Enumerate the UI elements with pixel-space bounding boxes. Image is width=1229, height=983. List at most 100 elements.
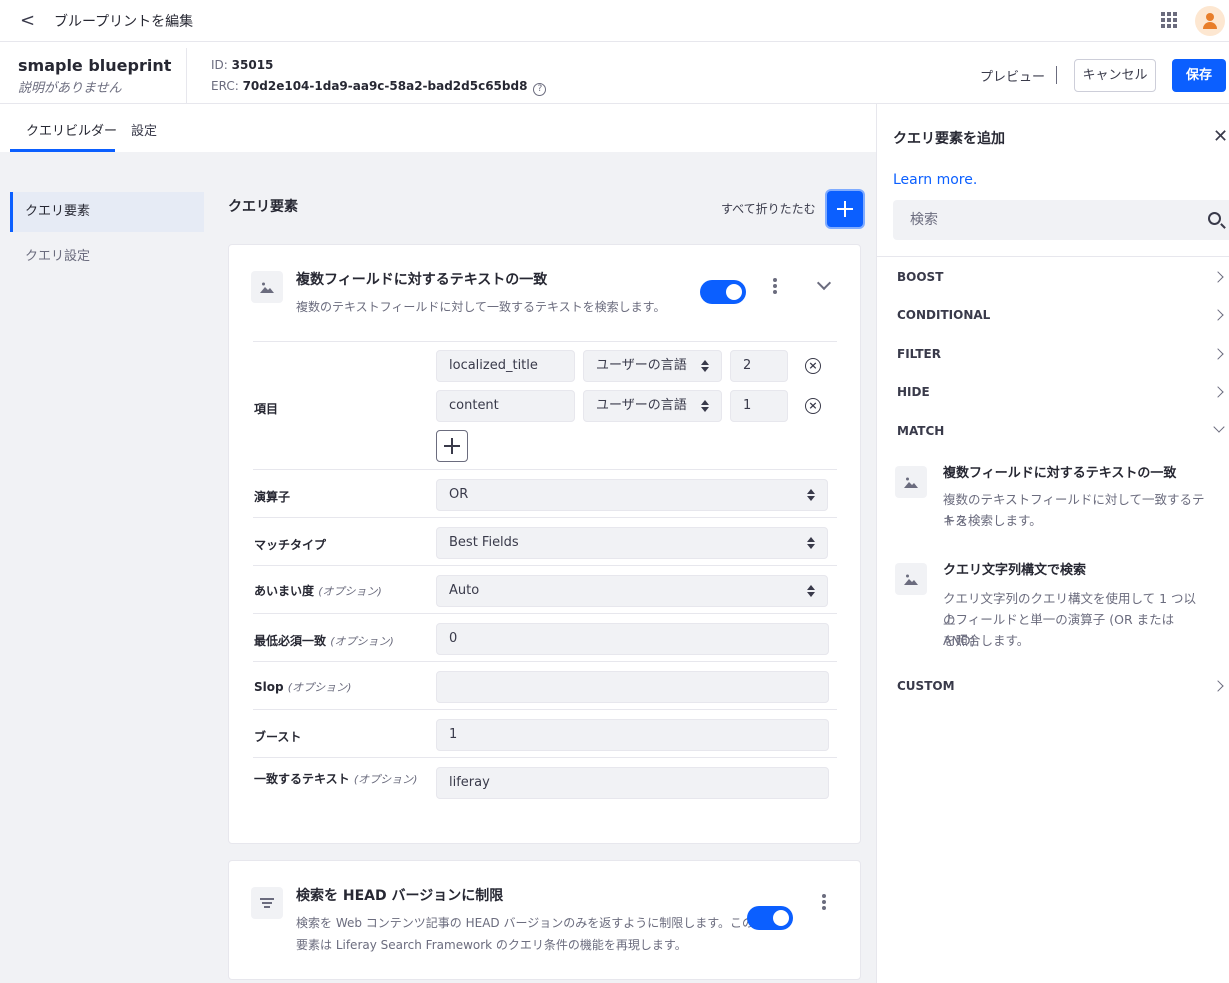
card-description-line-1: 検索を Web コンテンツ記事の HEAD バージョンのみを返すように制限します…	[296, 916, 755, 930]
close-icon[interactable]: ✕	[1213, 126, 1228, 147]
user-avatar-icon[interactable]	[1195, 6, 1225, 36]
category-conditional[interactable]: CONDITIONAL	[897, 308, 990, 322]
add-query-element-panel: クエリ要素を追加 ✕ Learn more. 検索 BOOST CONDITIO…	[876, 104, 1229, 983]
filter-icon	[251, 887, 283, 919]
min-match-input[interactable]: 0	[436, 623, 829, 655]
blueprint-description[interactable]: 説明がありません	[18, 77, 122, 96]
category-hide[interactable]: HIDE	[897, 385, 930, 399]
more-options-icon[interactable]	[772, 278, 778, 296]
field-name-input[interactable]: localized_title	[436, 350, 575, 382]
card-description: 複数のテキストフィールドに対して一致するテキストを検索します。	[296, 300, 666, 314]
select-arrows-icon	[701, 400, 709, 412]
text-label: 一致するテキスト (オプション)	[254, 772, 418, 786]
divider	[253, 565, 837, 566]
field-locale-select[interactable]: ユーザーの言語	[583, 390, 722, 422]
field-boost-input[interactable]: 1	[730, 390, 788, 422]
category-match[interactable]: MATCH	[897, 424, 944, 438]
match-type-label: マッチタイプ	[254, 538, 327, 552]
header-divider	[186, 48, 187, 104]
divider	[877, 256, 1229, 257]
match-element-description-line-2: トを検索します。	[943, 513, 1042, 528]
slop-input[interactable]	[436, 671, 829, 703]
chevron-down-icon[interactable]	[1213, 421, 1225, 433]
slop-label: Slop (オプション)	[254, 680, 352, 694]
preview-button[interactable]: プレビュー	[980, 66, 1045, 85]
card-description-line-2: 要素は Liferay Search Framework のクエリ条件の機能を再…	[296, 938, 687, 952]
select-arrows-icon	[807, 489, 815, 501]
divider	[253, 661, 837, 662]
divider	[253, 469, 837, 470]
image-icon	[251, 271, 283, 303]
collapse-all-button[interactable]: すべて折りたたむ	[721, 200, 816, 217]
fuzziness-select[interactable]: Auto	[436, 575, 828, 607]
blueprint-header: smaple blueprint 説明がありません ID: 35015 ERC:…	[0, 48, 1229, 104]
chevron-right-icon[interactable]	[1212, 348, 1224, 360]
section-title: クエリ要素	[228, 199, 298, 215]
min-match-label: 最低必須一致 (オプション)	[254, 634, 394, 648]
tab-query-builder[interactable]: クエリビルダー	[26, 120, 117, 139]
enable-toggle[interactable]	[700, 280, 746, 304]
card-title: 検索を HEAD バージョンに制限	[296, 888, 504, 904]
add-query-element-button[interactable]	[827, 191, 863, 227]
fields-label: 項目	[254, 402, 279, 416]
search-input[interactable]: 検索	[893, 200, 1229, 240]
divider	[253, 341, 837, 342]
operator-label: 演算子	[254, 490, 291, 504]
sidenav-item-query-elements[interactable]: クエリ要素	[10, 192, 204, 232]
back-button[interactable]: <	[20, 10, 35, 31]
blueprint-name[interactable]: smaple blueprint	[18, 56, 171, 75]
match-element-title[interactable]: 複数フィールドに対するテキストの一致	[943, 462, 1176, 481]
chevron-right-icon[interactable]	[1212, 271, 1224, 283]
boost-label: ブースト	[254, 730, 302, 744]
boost-input[interactable]: 1	[436, 719, 829, 751]
query-element-card: 複数フィールドに対するテキストの一致 複数のテキストフィールドに対して一致するテ…	[228, 244, 861, 844]
image-icon	[895, 563, 927, 595]
operator-select[interactable]: OR	[436, 479, 828, 511]
more-options-icon[interactable]	[821, 894, 827, 912]
match-type-select[interactable]: Best Fields	[436, 527, 828, 559]
divider	[253, 757, 837, 758]
remove-field-icon[interactable]: ×	[805, 358, 821, 374]
match-element-description-line-3: を照合します。	[943, 633, 1030, 648]
help-icon[interactable]: ?	[533, 83, 547, 96]
category-custom[interactable]: CUSTOM	[897, 679, 955, 693]
field-name-input[interactable]: content	[436, 390, 575, 422]
chevron-right-icon[interactable]	[1212, 309, 1224, 321]
sidenav-item-query-settings[interactable]: クエリ設定	[10, 237, 204, 277]
category-filter[interactable]: FILTER	[897, 347, 941, 361]
match-element-title[interactable]: クエリ文字列構文で検索	[943, 559, 1086, 578]
remove-field-icon[interactable]: ×	[805, 398, 821, 414]
tab-bar: クエリビルダー 設定	[0, 104, 876, 152]
chevron-down-icon[interactable]	[816, 275, 832, 291]
save-button[interactable]: 保存	[1172, 59, 1226, 92]
image-icon	[895, 466, 927, 498]
select-arrows-icon	[807, 585, 815, 597]
panel-title: クエリ要素を追加	[893, 131, 1005, 147]
enable-toggle[interactable]	[747, 906, 793, 930]
field-boost-input[interactable]: 2	[730, 350, 788, 382]
apps-icon[interactable]	[1161, 12, 1177, 28]
chevron-right-icon[interactable]	[1212, 386, 1224, 398]
blueprint-erc: ERC: 70d2e104-1da9-aa9c-58a2-bad2d5c65bd…	[211, 79, 547, 96]
blueprint-id: ID: 35015	[211, 58, 274, 72]
select-arrows-icon	[701, 360, 709, 372]
divider	[253, 517, 837, 518]
tab-settings[interactable]: 設定	[131, 120, 157, 139]
main-content: クエリ要素 クエリ設定 クエリ要素 すべて折りたたむ 複数フィールドに対するテキ…	[0, 152, 876, 983]
category-boost[interactable]: BOOST	[897, 270, 943, 284]
divider	[253, 709, 837, 710]
query-element-card: 検索を HEAD バージョンに制限 検索を Web コンテンツ記事の HEAD …	[228, 860, 861, 980]
divider	[253, 613, 837, 614]
cancel-button[interactable]: キャンセル	[1074, 59, 1156, 92]
page-title: ブループリントを編集	[54, 14, 194, 30]
top-bar: < ブループリントを編集	[0, 0, 1229, 42]
vertical-separator	[1056, 66, 1057, 84]
fuzziness-label: あいまい度 (オプション)	[254, 584, 382, 598]
add-field-button[interactable]	[436, 430, 468, 462]
chevron-right-icon[interactable]	[1212, 680, 1224, 692]
learn-more-link[interactable]: Learn more.	[893, 172, 977, 188]
field-locale-select[interactable]: ユーザーの言語	[583, 350, 722, 382]
card-title: 複数フィールドに対するテキストの一致	[296, 272, 548, 288]
text-input[interactable]: liferay	[436, 767, 829, 799]
search-icon[interactable]	[1208, 212, 1221, 225]
